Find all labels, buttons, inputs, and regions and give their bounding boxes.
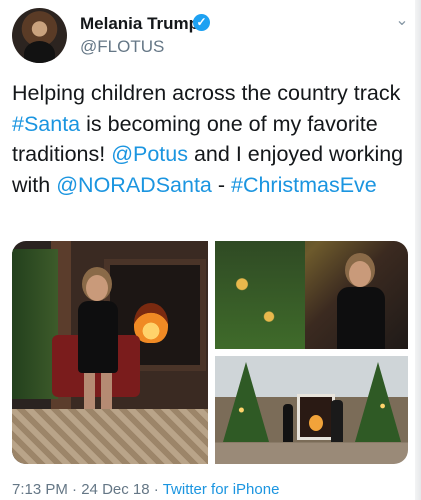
person-figure	[74, 275, 122, 425]
display-name[interactable]: Melania Trump	[80, 14, 199, 34]
tweet-source-link[interactable]: Twitter for iPhone	[163, 481, 280, 498]
avatar-body	[24, 41, 55, 63]
photo-bottom-right[interactable]	[215, 356, 408, 464]
person-figure	[283, 404, 293, 442]
mention-noradsanta-link[interactable]: @NORADSanta	[56, 173, 212, 197]
avatar[interactable]	[12, 8, 67, 63]
meta-separator: ·	[72, 481, 78, 498]
rug-decor	[12, 409, 208, 464]
tweet-text-segment: -	[211, 172, 231, 197]
christmas-tree-decor	[215, 241, 305, 349]
person-head	[86, 275, 108, 301]
tweet-header: Melania Trump ✓ @FLOTUS ⌄	[12, 8, 409, 64]
photo-left[interactable]	[12, 241, 208, 464]
person-figure	[331, 400, 343, 442]
hashtag-santa-link[interactable]: #Santa	[12, 112, 80, 136]
person-dress	[78, 301, 118, 373]
tweet-text: Helping children across the country trac…	[12, 78, 412, 200]
user-handle[interactable]: @FLOTUS	[80, 37, 164, 57]
tweet-text-segment: Helping children across the country trac…	[12, 81, 401, 105]
hashtag-christmaseve-link[interactable]: #ChristmasEve	[231, 173, 377, 197]
meta-separator: ·	[153, 481, 159, 498]
person-dress	[337, 287, 385, 349]
scroll-edge	[415, 0, 421, 500]
person-head	[349, 261, 371, 287]
verified-badge-icon: ✓	[193, 14, 210, 31]
mention-potus-link[interactable]: @Potus	[111, 142, 188, 166]
fire-decor	[309, 415, 323, 431]
photo-top-right[interactable]	[215, 241, 408, 349]
tweet-date: 24 Dec 18	[81, 481, 150, 498]
chevron-down-icon[interactable]: ⌄	[393, 12, 411, 30]
christmas-tree-decor	[223, 362, 269, 442]
tweet-meta: 7:13 PM · 24 Dec 18 · Twitter for iPhone	[12, 481, 279, 498]
person-figure	[333, 261, 389, 349]
christmas-tree-decor	[355, 362, 401, 442]
media-grid	[12, 241, 408, 464]
tweet-time: 7:13 PM	[12, 481, 68, 498]
fireplace-decor	[297, 394, 335, 440]
